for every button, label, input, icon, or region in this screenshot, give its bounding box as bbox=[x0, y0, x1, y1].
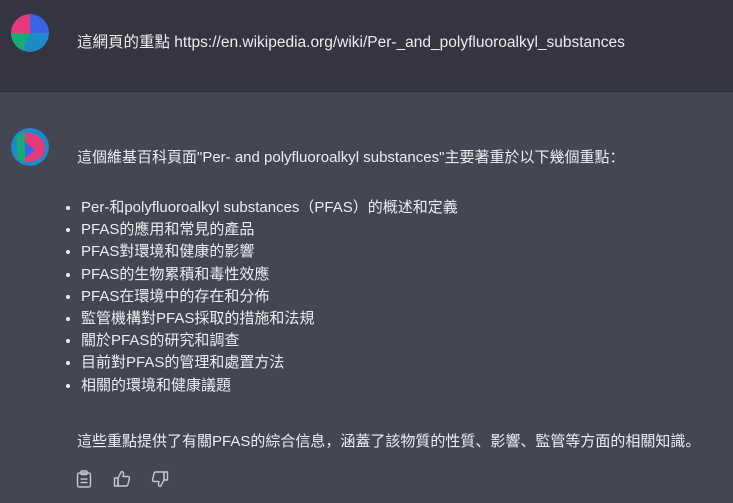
clipboard-icon bbox=[76, 470, 92, 488]
copy-button[interactable] bbox=[73, 468, 95, 490]
list-item: PFAS的生物累積和毒性效應 bbox=[81, 264, 458, 286]
thumbs-down-button[interactable] bbox=[149, 468, 171, 490]
list-item: Per-和polyfluoroalkyl substances（PFAS）的概述… bbox=[81, 197, 458, 219]
user-message-text: 這網頁的重點 https://en.wikipedia.org/wiki/Per… bbox=[77, 34, 625, 51]
list-item: 相關的環境和健康議題 bbox=[81, 375, 458, 397]
assistant-intro-text: 這個維基百科頁面"Per- and polyfluoroalkyl substa… bbox=[77, 149, 625, 166]
message-actions bbox=[73, 468, 171, 490]
assistant-summary-text: 這些重點提供了有關PFAS的綜合信息，涵蓋了該物質的性質、影響、監管等方面的相關… bbox=[77, 433, 701, 450]
list-item: PFAS對環境和健康的影響 bbox=[81, 241, 458, 263]
list-item: 監管機構對PFAS採取的措施和法規 bbox=[81, 308, 458, 330]
user-avatar-icon bbox=[11, 14, 49, 52]
list-item: 關於PFAS的研究和調查 bbox=[81, 330, 458, 352]
list-item: PFAS在環境中的存在和分佈 bbox=[81, 286, 458, 308]
user-message-row: 這網頁的重點 https://en.wikipedia.org/wiki/Per… bbox=[0, 0, 733, 92]
key-points-list: Per-和polyfluoroalkyl substances（PFAS）的概述… bbox=[60, 197, 458, 397]
thumbs-up-button[interactable] bbox=[111, 468, 133, 490]
thumbs-down-icon bbox=[151, 471, 169, 488]
assistant-avatar-icon bbox=[11, 128, 49, 166]
thumbs-up-icon bbox=[113, 470, 131, 487]
list-item: 目前對PFAS的管理和處置方法 bbox=[81, 352, 458, 374]
list-item: PFAS的應用和常見的產品 bbox=[81, 219, 458, 241]
